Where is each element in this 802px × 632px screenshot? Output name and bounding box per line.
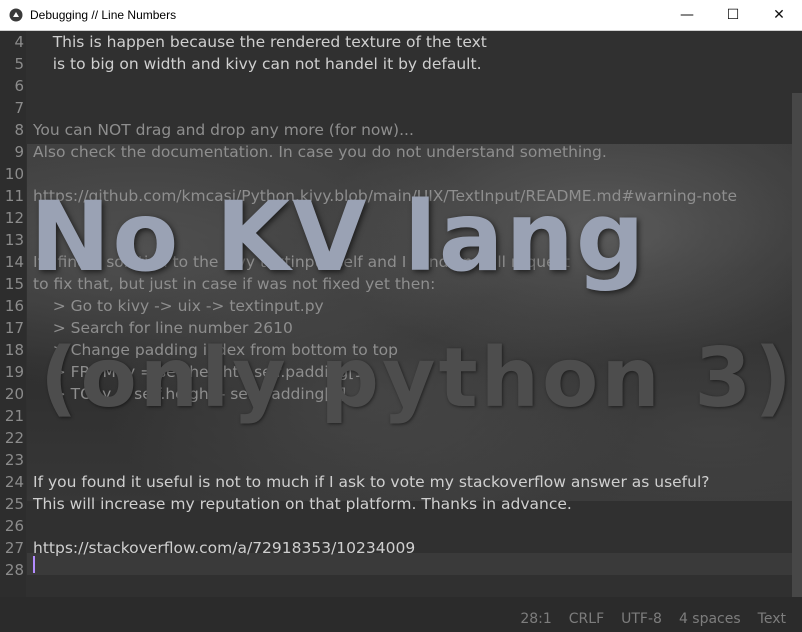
line-number: 14 <box>4 253 24 271</box>
line-number: 28 <box>4 561 24 579</box>
line-number: 8 <box>14 121 24 139</box>
banner-subline: (only python 3) <box>40 331 795 426</box>
line-text: is to big on width and kivy can not hand… <box>33 55 482 73</box>
line-number: 15 <box>4 275 24 293</box>
line-text: https://stackoverflow.com/a/72918353/102… <box>33 539 416 557</box>
line-number: 16 <box>4 297 24 315</box>
line-number: 27 <box>4 539 24 557</box>
minimize-button[interactable]: — <box>664 0 710 30</box>
line-number: 11 <box>4 187 24 205</box>
editor-line[interactable]: 22 <box>0 427 802 449</box>
line-number: 6 <box>14 77 24 95</box>
line-number: 5 <box>14 55 24 73</box>
line-number: 9 <box>14 143 24 161</box>
line-number: 22 <box>4 429 24 447</box>
line-number: 24 <box>4 473 24 491</box>
banner-headline: No KV lang <box>30 181 647 293</box>
line-number: 25 <box>4 495 24 513</box>
line-number: 17 <box>4 319 24 337</box>
title-bar: Debugging // Line Numbers — ☐ ✕ <box>0 0 802 31</box>
editor-line[interactable]: 26 <box>0 515 802 537</box>
editor-line[interactable]: 16 > Go to kivy -> uix -> textinput.py <box>0 295 802 317</box>
line-number: 21 <box>4 407 24 425</box>
maximize-button[interactable]: ☐ <box>710 0 756 30</box>
line-number: 19 <box>4 363 24 381</box>
close-button[interactable]: ✕ <box>756 0 802 30</box>
editor-line[interactable]: 24 If you found it useful is not to much … <box>0 471 802 493</box>
line-number: 23 <box>4 451 24 469</box>
line-text: If you found it useful is not to much if… <box>33 473 710 491</box>
line-text: You can NOT drag and drop any more (for … <box>33 121 414 139</box>
syntax-mode[interactable]: Text <box>758 611 786 627</box>
cursor-position: 28:1 <box>520 611 552 627</box>
editor-line[interactable]: 23 <box>0 449 802 471</box>
status-bar: 28:1 CRLF UTF-8 4 spaces Text <box>0 606 802 632</box>
window-controls: — ☐ ✕ <box>664 0 802 30</box>
maximize-icon: ☐ <box>726 7 740 23</box>
indentation[interactable]: 4 spaces <box>679 611 741 627</box>
window-title: Debugging // Line Numbers <box>30 8 177 22</box>
file-encoding[interactable]: UTF-8 <box>621 611 662 627</box>
editor-line[interactable]: 8 You can NOT drag and drop any more (for… <box>0 119 802 141</box>
minimize-icon: — <box>680 7 694 23</box>
line-number: 26 <box>4 517 24 535</box>
editor-line[interactable]: 7 <box>0 97 802 119</box>
editor-line[interactable]: 25 This will increase my reputation on th… <box>0 493 802 515</box>
line-text: This will increase my reputation on that… <box>33 495 572 513</box>
vertical-scrollbar[interactable] <box>792 93 802 597</box>
close-icon: ✕ <box>773 7 785 23</box>
editor-line[interactable]: 28 <box>0 559 802 581</box>
line-number: 10 <box>4 165 24 183</box>
line-number: 13 <box>4 231 24 249</box>
line-number: 7 <box>14 99 24 117</box>
line-number: 4 <box>14 33 24 51</box>
line-number: 12 <box>4 209 24 227</box>
line-ending[interactable]: CRLF <box>569 611 604 627</box>
line-text: Also check the documentation. In case yo… <box>33 143 607 161</box>
line-text: > Go to kivy -> uix -> textinput.py <box>33 297 324 315</box>
line-number: 18 <box>4 341 24 359</box>
editor-line[interactable]: 6 <box>0 75 802 97</box>
text-editor[interactable]: 4 This is happen because the rendered te… <box>0 31 802 597</box>
text-caret <box>33 556 35 573</box>
editor-line[interactable]: 5 is to big on width and kivy can not ha… <box>0 53 802 75</box>
kivy-app-icon <box>9 8 23 22</box>
editor-line[interactable]: 9 Also check the documentation. In case y… <box>0 141 802 163</box>
line-text: This is happen because the rendered text… <box>33 33 487 51</box>
editor-line[interactable]: 27 https://stackoverflow.com/a/72918353/1… <box>0 537 802 559</box>
editor-line[interactable]: 4 This is happen because the rendered te… <box>0 31 802 53</box>
line-number: 20 <box>4 385 24 403</box>
